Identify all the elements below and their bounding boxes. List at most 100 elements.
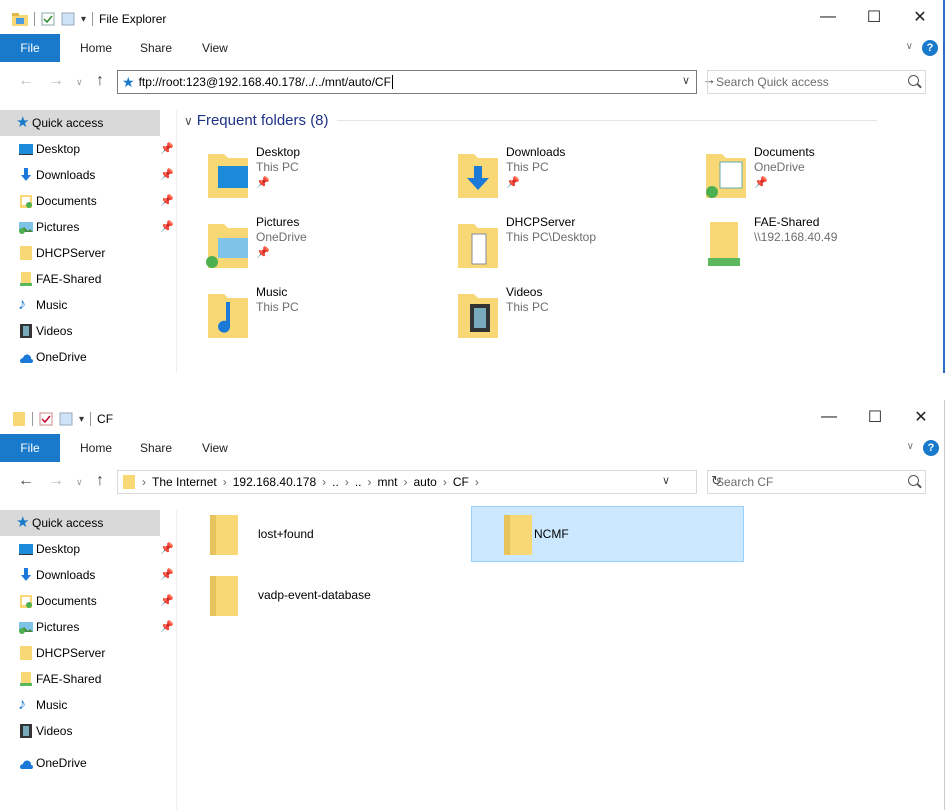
expand-ribbon-icon[interactable]: ∨ (907, 441, 914, 452)
separator (34, 12, 35, 26)
tab-home[interactable]: Home (60, 41, 126, 55)
folder-item-ncmf[interactable]: NCMF (471, 506, 744, 562)
explorer-app-icon[interactable] (12, 12, 28, 26)
breadcrumb[interactable]: › The Internet › 192.168.40.178 › .. › .… (117, 470, 722, 494)
sidebar-item-onedrive[interactable]: OneDrive (0, 344, 176, 370)
ribbon-tabs: File Home Share View ∨ ? (0, 434, 944, 462)
onedrive-icon (20, 354, 33, 363)
breadcrumb-mnt[interactable]: mnt (377, 475, 397, 489)
folder-item-vadp-event-database[interactable]: vadp-event-database (178, 568, 448, 622)
chevron-right-icon: › (322, 475, 327, 489)
forward-button[interactable]: → (48, 72, 64, 90)
search-input[interactable]: Search CF (716, 475, 773, 489)
tab-home[interactable]: Home (60, 441, 126, 455)
minimize-button[interactable]: — (805, 0, 851, 34)
customize-toolbar-dropdown-icon[interactable]: ▾ (79, 414, 84, 425)
sidebar-item-quick-access[interactable]: ★ Quick access (0, 510, 160, 536)
navigation-bar: ← → ∨ ↑ ★ ftp://root:123@192.168.40.178/… (0, 67, 943, 97)
sidebar-item-dhcpserver[interactable]: DHCPServer (0, 640, 176, 666)
pin-icon: 📌 (160, 169, 174, 181)
folder-item-lost-found[interactable]: lost+found (178, 507, 448, 561)
sidebar-item-pictures[interactable]: Pictures 📌 (0, 214, 176, 240)
tab-view[interactable]: View (186, 41, 242, 55)
desktop-icon (19, 144, 33, 155)
new-folder-icon[interactable] (59, 412, 73, 426)
sidebar-item-fae-shared[interactable]: FAE-Shared (0, 266, 176, 292)
documents-folder-icon (706, 154, 746, 198)
tile-pictures[interactable]: Pictures OneDrive 📌 (178, 210, 408, 272)
pin-icon: 📌 (160, 569, 174, 581)
close-button[interactable]: ✕ (898, 400, 944, 434)
pin-icon: 📌 (506, 177, 520, 189)
breadcrumb-parent-1[interactable]: .. (332, 475, 339, 489)
search-icon (908, 475, 919, 486)
tile-dhcpserver[interactable]: DHCPServer This PC\Desktop (428, 210, 658, 272)
sidebar-item-desktop[interactable]: Desktop 📌 (0, 136, 176, 162)
sidebar-item-downloads[interactable]: Downloads 📌 (0, 562, 176, 588)
close-button[interactable]: ✕ (897, 0, 943, 34)
breadcrumb-parent-2[interactable]: .. (355, 475, 362, 489)
breadcrumb-host[interactable]: 192.168.40.178 (233, 475, 316, 489)
customize-toolbar-dropdown-icon[interactable]: ▾ (81, 14, 86, 25)
pictures-icon (19, 222, 33, 234)
help-icon[interactable]: ? (923, 440, 939, 456)
sidebar-item-music[interactable]: ♪ Music (0, 692, 176, 718)
folder-app-icon[interactable] (12, 411, 26, 427)
separator (90, 412, 92, 426)
tab-file[interactable]: File (0, 434, 60, 462)
tab-share[interactable]: Share (126, 41, 186, 55)
up-button[interactable]: ↑ (96, 472, 104, 490)
sidebar-item-dhcpserver[interactable]: DHCPServer (0, 240, 176, 266)
tab-view[interactable]: View (186, 441, 242, 455)
help-icon[interactable]: ? (922, 40, 938, 56)
properties-icon[interactable] (41, 12, 55, 26)
tile-music[interactable]: Music This PC (178, 280, 408, 342)
address-dropdown-icon[interactable]: ∨ (682, 74, 690, 87)
sidebar-item-videos[interactable]: Videos (0, 318, 176, 344)
minimize-button[interactable]: — (806, 400, 852, 434)
tile-videos[interactable]: Videos This PC (428, 280, 658, 342)
search-box[interactable]: Search CF (707, 470, 926, 494)
address-input[interactable]: ftp://root:123@192.168.40.178/../../mnt/… (139, 75, 391, 89)
new-folder-icon[interactable] (61, 12, 75, 26)
address-bar[interactable]: ★ ftp://root:123@192.168.40.178/../../mn… (117, 70, 697, 94)
tile-documents[interactable]: Documents OneDrive 📌 (676, 140, 906, 202)
tab-file[interactable]: File (0, 34, 60, 62)
properties-icon[interactable] (39, 412, 53, 426)
folder-icon (210, 576, 238, 616)
back-button[interactable]: ← (18, 472, 34, 490)
sidebar-item-pictures[interactable]: Pictures 📌 (0, 614, 176, 640)
search-input[interactable]: Search Quick access (716, 75, 829, 89)
frequent-folders-header[interactable]: ∨ Frequent folders (8) (184, 112, 877, 129)
sidebar-item-fae-shared[interactable]: FAE-Shared (0, 666, 176, 692)
breadcrumb-the-internet[interactable]: The Internet (152, 475, 217, 489)
maximize-button[interactable]: ☐ (852, 400, 898, 434)
desktop-icon (19, 544, 33, 555)
sidebar-item-music[interactable]: ♪ Music (0, 292, 176, 318)
sidebar-item-quick-access[interactable]: ★ Quick access (0, 110, 160, 136)
sidebar-item-onedrive[interactable]: OneDrive (0, 750, 176, 776)
tile-desktop[interactable]: Desktop This PC 📌 (178, 140, 408, 202)
maximize-button[interactable]: ☐ (851, 0, 897, 34)
forward-button[interactable]: → (48, 472, 64, 490)
address-dropdown-icon[interactable]: ∨ (662, 474, 670, 487)
sidebar-item-documents[interactable]: Documents 📌 (0, 588, 176, 614)
recent-locations-icon[interactable]: ∨ (76, 477, 83, 488)
search-box[interactable]: Search Quick access (707, 70, 926, 94)
pin-icon: 📌 (256, 247, 270, 259)
tile-downloads[interactable]: Downloads This PC 📌 (428, 140, 658, 202)
tile-fae-shared[interactable]: FAE-Shared \\192.168.40.49 (676, 210, 906, 272)
recent-locations-icon[interactable]: ∨ (76, 77, 83, 88)
expand-ribbon-icon[interactable]: ∨ (906, 41, 913, 52)
sidebar-item-desktop[interactable]: Desktop 📌 (0, 536, 176, 562)
tab-share[interactable]: Share (126, 441, 186, 455)
sidebar-item-documents[interactable]: Documents 📌 (0, 188, 176, 214)
chevron-right-icon: › (142, 475, 146, 489)
sidebar-item-videos[interactable]: Videos (0, 718, 176, 744)
back-button[interactable]: ← (18, 72, 34, 90)
sidebar-item-downloads[interactable]: Downloads 📌 (0, 162, 176, 188)
breadcrumb-auto[interactable]: auto (414, 475, 437, 489)
breadcrumb-cf[interactable]: CF (453, 475, 469, 489)
up-button[interactable]: ↑ (96, 72, 104, 90)
window-controls: — ☐ ✕ (805, 0, 943, 34)
